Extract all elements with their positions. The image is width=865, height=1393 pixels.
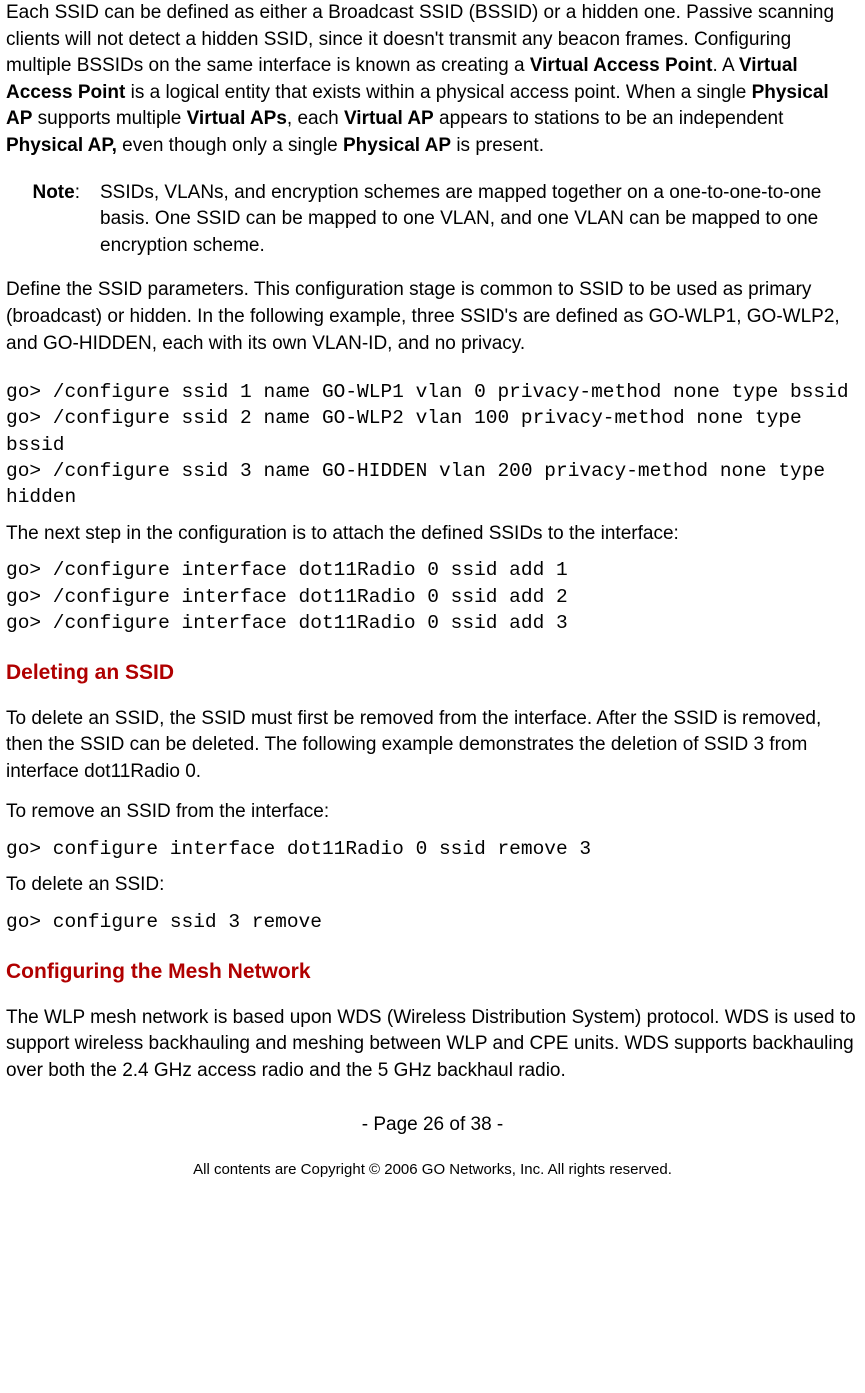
page-footer: - Page 26 of 38 - All contents are Copyr…: [6, 1112, 859, 1180]
heading-mesh-network: Configuring the Mesh Network: [6, 957, 859, 986]
mesh-paragraph: The WLP mesh network is based upon WDS (…: [6, 1005, 859, 1085]
delete-paragraph-3: To delete an SSID:: [6, 872, 859, 899]
note-label-text: Note: [32, 182, 74, 203]
intro-text-e: , each: [287, 108, 344, 129]
code-block-ssid-remove: go> configure ssid 3 remove: [6, 909, 859, 935]
term-physical-ap-2: Physical AP,: [6, 135, 117, 156]
note-colon: :: [75, 182, 80, 203]
intro-text-c: is a logical entity that exists within a…: [125, 82, 751, 103]
code-block-ssid-config: go> /configure ssid 1 name GO-WLP1 vlan …: [6, 379, 859, 511]
delete-paragraph-2: To remove an SSID from the interface:: [6, 799, 859, 826]
note-block: Note: SSIDs, VLANs, and encryption schem…: [6, 180, 859, 260]
term-physical-ap-3: Physical AP: [343, 135, 451, 156]
heading-deleting-ssid: Deleting an SSID: [6, 658, 859, 687]
intro-text-b: . A: [713, 55, 739, 76]
delete-paragraph-1: To delete an SSID, the SSID must first b…: [6, 706, 859, 786]
term-virtual-ap-1: Virtual Access Point: [530, 55, 713, 76]
term-virtual-aps: Virtual APs: [187, 108, 287, 129]
note-label: Note:: [6, 180, 100, 260]
define-paragraph: Define the SSID parameters. This configu…: [6, 277, 859, 357]
intro-text-f: appears to stations to be an independent: [434, 108, 784, 129]
intro-paragraph: Each SSID can be defined as either a Bro…: [6, 0, 859, 160]
code-block-ssid-attach: go> /configure interface dot11Radio 0 ss…: [6, 557, 859, 636]
attach-paragraph: The next step in the configuration is to…: [6, 521, 859, 548]
intro-text-h: is present.: [451, 135, 544, 156]
term-virtual-ap-3: Virtual AP: [344, 108, 434, 129]
page-number: - Page 26 of 38 -: [6, 1112, 859, 1139]
intro-text-d: supports multiple: [32, 108, 186, 129]
code-block-ssid-remove-iface: go> configure interface dot11Radio 0 ssi…: [6, 836, 859, 862]
note-body: SSIDs, VLANs, and encryption schemes are…: [100, 180, 859, 260]
copyright-text: All contents are Copyright © 2006 GO Net…: [6, 1159, 859, 1180]
intro-text-g: even though only a single: [117, 135, 343, 156]
